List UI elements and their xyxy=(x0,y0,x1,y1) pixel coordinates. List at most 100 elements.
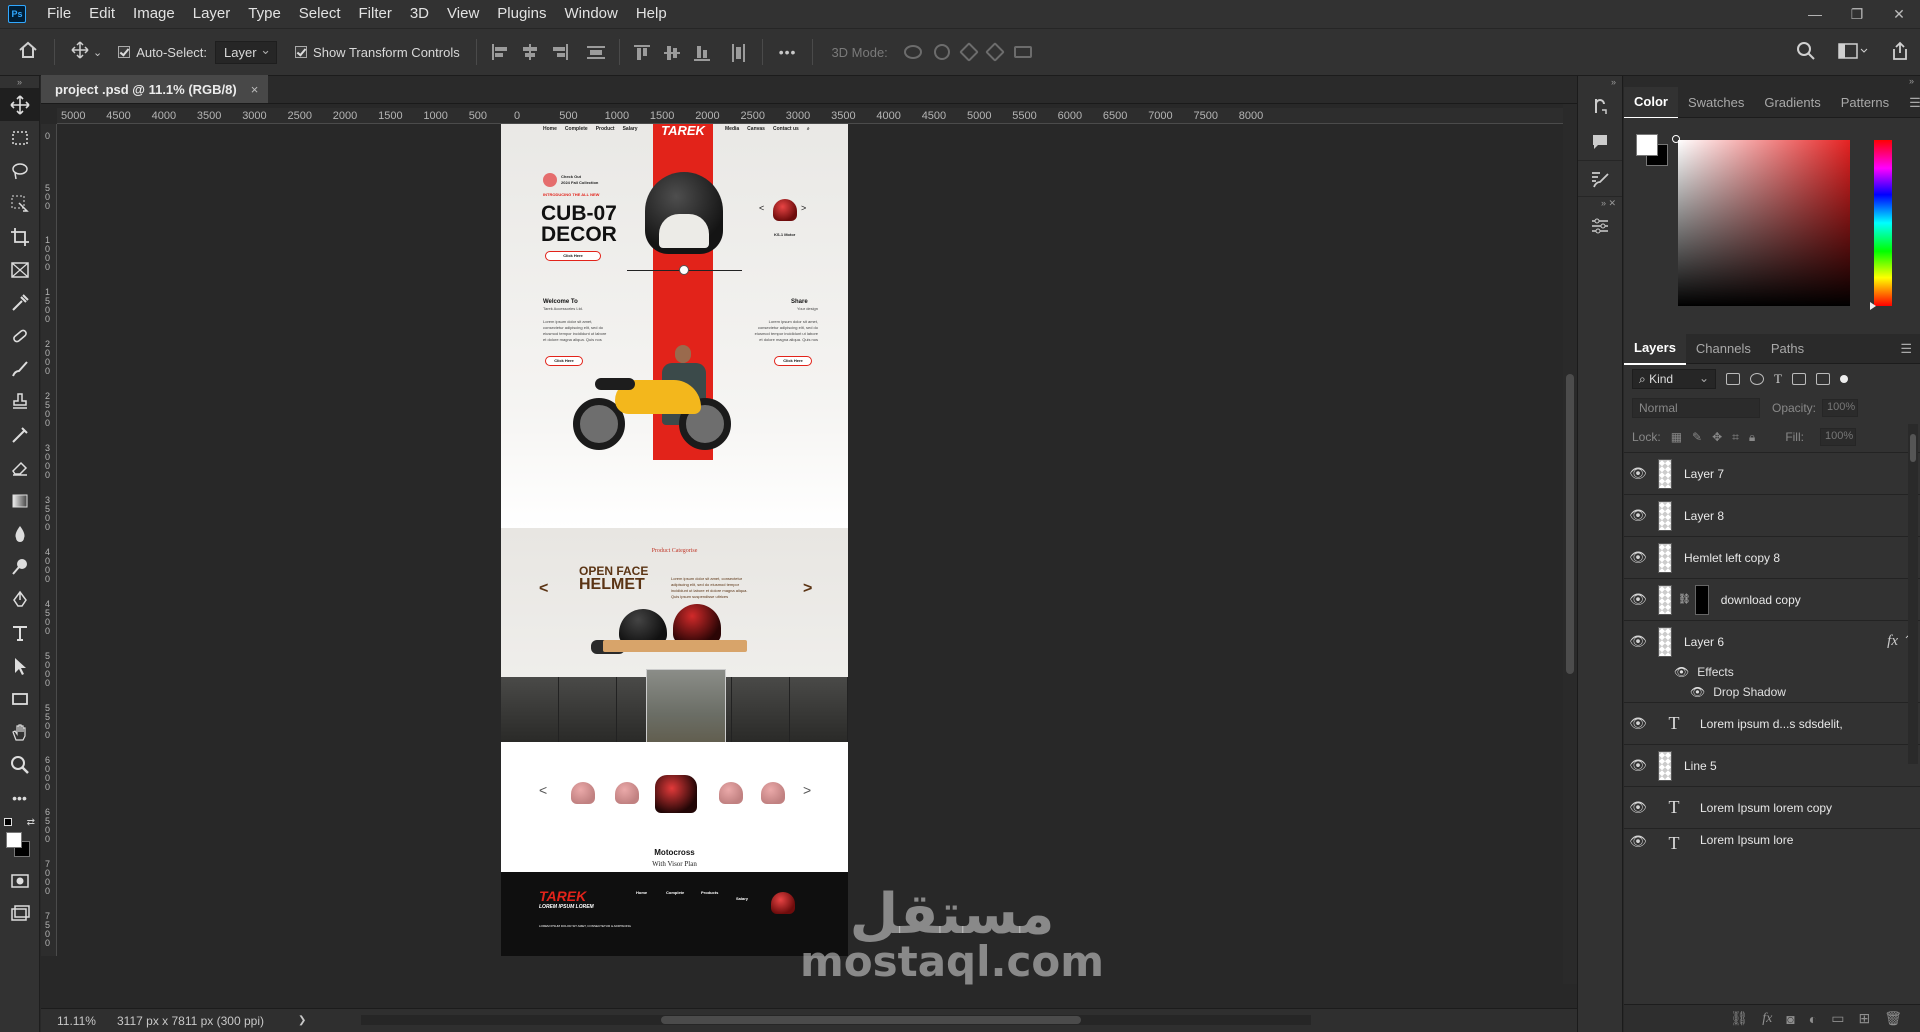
color-swatches[interactable] xyxy=(0,830,39,864)
layer-kind-filter[interactable]: ⌕ Kind xyxy=(1632,369,1716,389)
rectangle-tool[interactable] xyxy=(0,682,39,715)
align-middle-icon[interactable] xyxy=(663,44,682,60)
eyedropper-tool[interactable] xyxy=(0,286,39,319)
blur-tool[interactable] xyxy=(0,517,39,550)
opacity-input[interactable]: 100% xyxy=(1822,399,1859,417)
horizontal-ruler[interactable]: 5000 4500 4000 3500 3000 2500 2000 1500 1000 500 0… xyxy=(57,108,1577,124)
eraser-tool[interactable] xyxy=(0,451,39,484)
status-menu-arrow[interactable]: ❯ xyxy=(298,1015,306,1026)
layer-fx-icon[interactable]: fx xyxy=(1887,633,1898,650)
lock-position-icon[interactable]: ✥ xyxy=(1712,430,1722,444)
tab-gradients[interactable]: Gradients xyxy=(1754,88,1830,118)
add-mask-icon[interactable]: ◙ xyxy=(1786,1011,1794,1027)
quick-mask-icon[interactable] xyxy=(0,864,39,897)
layer-row[interactable]: 👁︎ ⛓ download copy xyxy=(1624,578,1920,620)
new-group-icon[interactable]: ▭ xyxy=(1831,1010,1844,1027)
panel-foreground-swatch[interactable] xyxy=(1636,134,1658,156)
close-button[interactable]: ✕ xyxy=(1878,0,1920,28)
filter-toggle-icon[interactable] xyxy=(1839,375,1848,383)
menu-select[interactable]: Select xyxy=(290,0,350,28)
restore-button[interactable]: ❐ xyxy=(1836,0,1878,28)
layer-row[interactable]: 👁︎ Line 5 xyxy=(1624,744,1920,786)
mask-link-icon[interactable]: ⛓ xyxy=(1678,594,1691,605)
layer-row[interactable]: 👁︎ Hemlet left copy 8 xyxy=(1624,536,1920,578)
tab-color[interactable]: Color xyxy=(1624,86,1678,119)
hue-slider-handle-icon[interactable] xyxy=(1870,302,1876,310)
horizontal-scrollbar[interactable] xyxy=(361,1015,1311,1025)
menu-edit[interactable]: Edit xyxy=(80,0,124,28)
align-center-icon[interactable] xyxy=(521,44,539,60)
effects-row[interactable]: 👁︎ Effects xyxy=(1624,662,1920,682)
chevron-down-icon[interactable]: ⌄ xyxy=(93,46,102,59)
lasso-tool[interactable] xyxy=(0,154,39,187)
menu-filter[interactable]: Filter xyxy=(350,0,401,28)
screen-mode-icon[interactable] xyxy=(0,897,39,930)
layer-row[interactable]: 👁︎ T Lorem Ipsum lorem copy xyxy=(1624,786,1920,828)
tab-channels[interactable]: Channels xyxy=(1686,334,1761,364)
share-icon[interactable] xyxy=(1890,41,1910,64)
add-style-icon[interactable]: fx xyxy=(1762,1011,1772,1027)
document-tab[interactable]: project .psd @ 11.1% (RGB/8) × xyxy=(41,75,269,103)
marquee-tool[interactable] xyxy=(0,121,39,154)
move-tool-icon[interactable] xyxy=(71,40,89,64)
close-tab-icon[interactable]: × xyxy=(251,82,259,97)
menu-file[interactable]: File xyxy=(38,0,80,28)
more-tools-icon[interactable]: ••• xyxy=(0,781,39,814)
fill-input[interactable]: 100% xyxy=(1819,428,1856,446)
layer-mask-thumbnail[interactable] xyxy=(1694,584,1709,615)
home-icon[interactable] xyxy=(18,40,38,65)
eye-icon[interactable]: 👁︎ xyxy=(1674,665,1689,679)
layer-row[interactable]: 👁︎ Layer 8 xyxy=(1624,494,1920,536)
crop-tool[interactable] xyxy=(0,220,39,253)
eye-icon[interactable]: 👁︎ xyxy=(1624,633,1652,650)
eye-icon[interactable]: 👁︎ xyxy=(1624,465,1652,482)
layer-row[interactable]: 👁︎ T Lorem Ipsum lore xyxy=(1624,828,1920,853)
eye-icon[interactable]: 👁︎ xyxy=(1624,715,1652,732)
link-layers-icon[interactable]: ⛓ xyxy=(1730,1010,1748,1027)
layer-row[interactable]: 👁︎ Layer 7 xyxy=(1624,452,1920,494)
filter-adjustment-icon[interactable] xyxy=(1750,373,1764,385)
panel-menu-icon[interactable]: ☰ xyxy=(1899,88,1920,118)
layers-scrollbar[interactable] xyxy=(1908,424,1918,764)
adjustments-panel-icon[interactable] xyxy=(1578,208,1622,244)
distribute-vertical-icon[interactable] xyxy=(730,44,748,62)
menu-image[interactable]: Image xyxy=(124,0,184,28)
vertical-scrollbar[interactable] xyxy=(1563,104,1577,984)
dodge-tool[interactable] xyxy=(0,550,39,583)
type-tool[interactable] xyxy=(0,616,39,649)
more-options-button[interactable]: ••• xyxy=(779,44,797,60)
artboard[interactable]: TAREK Home Complete Product Salary Media… xyxy=(501,124,848,956)
history-brush-tool[interactable] xyxy=(0,418,39,451)
swap-colors-icon[interactable]: ⇄ xyxy=(0,814,39,830)
zoom-tool[interactable] xyxy=(0,748,39,781)
new-layer-icon[interactable]: ⊞ xyxy=(1858,1010,1870,1027)
tab-paths[interactable]: Paths xyxy=(1761,334,1814,364)
panel-collapse-icon[interactable]: » xyxy=(0,76,39,88)
drop-shadow-row[interactable]: 👁︎ Drop Shadow xyxy=(1624,682,1920,702)
align-top-icon[interactable] xyxy=(633,44,652,60)
menu-layer[interactable]: Layer xyxy=(184,0,240,28)
filter-shape-icon[interactable] xyxy=(1791,373,1806,385)
3d-orbit-icon[interactable] xyxy=(903,45,922,59)
lock-transparent-icon[interactable]: ▦ xyxy=(1671,430,1682,444)
filter-smart-object-icon[interactable] xyxy=(1815,373,1830,385)
menu-window[interactable]: Window xyxy=(555,0,626,28)
pen-tool[interactable] xyxy=(0,583,39,616)
blend-mode-dropdown[interactable]: Normal xyxy=(1632,398,1760,418)
comments-panel-icon[interactable] xyxy=(1578,124,1622,160)
eye-icon[interactable]: 👁︎ xyxy=(1624,549,1652,566)
delete-layer-icon[interactable]: 🗑︎ xyxy=(1884,1010,1902,1027)
auto-select-dropdown[interactable]: Layer xyxy=(215,40,278,64)
canvas[interactable]: TAREK Home Complete Product Salary Media… xyxy=(57,124,1577,956)
path-selection-tool[interactable] xyxy=(0,649,39,682)
menu-3d[interactable]: 3D xyxy=(401,0,438,28)
eye-icon[interactable]: 👁︎ xyxy=(1624,591,1652,608)
align-right-icon[interactable] xyxy=(551,44,569,60)
object-selection-tool[interactable] xyxy=(0,187,39,220)
clone-stamp-tool[interactable] xyxy=(0,385,39,418)
brushes-panel-icon[interactable] xyxy=(1578,160,1622,196)
hand-tool[interactable] xyxy=(0,715,39,748)
filter-pixel-icon[interactable] xyxy=(1726,373,1740,385)
3d-roll-icon[interactable] xyxy=(933,44,950,60)
layer-row[interactable]: 👁︎ T Lorem ipsum d...s sdsdelit, xyxy=(1624,702,1920,744)
